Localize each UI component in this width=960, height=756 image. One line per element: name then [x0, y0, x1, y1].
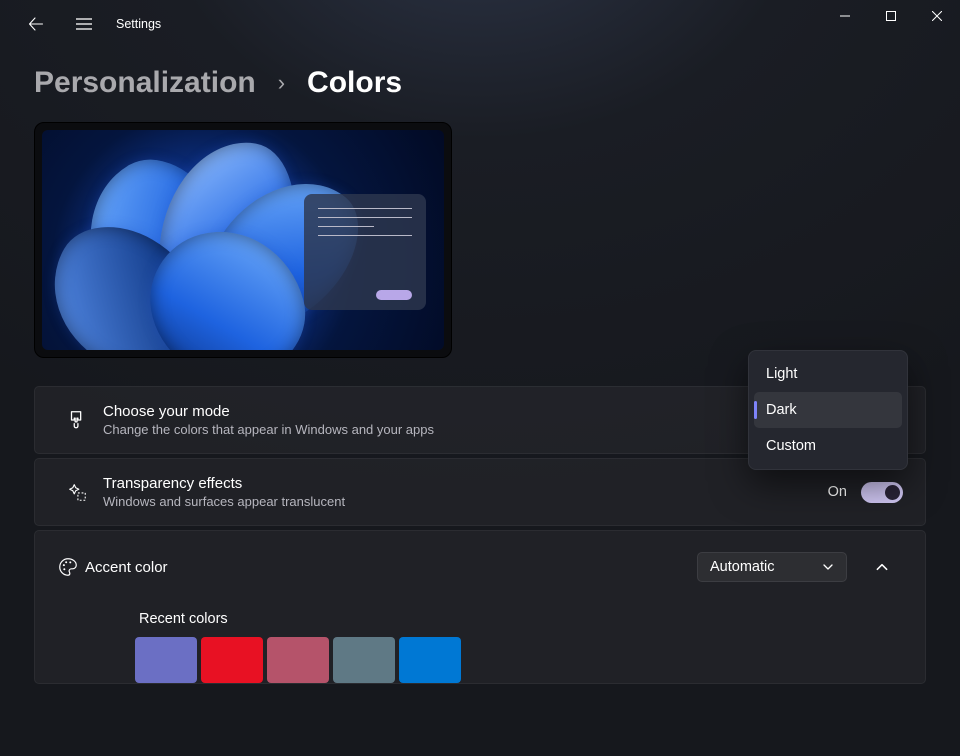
app-title: Settings	[116, 17, 161, 31]
mode-option-light[interactable]: Light	[754, 356, 902, 392]
nav-menu-button[interactable]	[64, 4, 104, 44]
recent-colors-row	[135, 637, 925, 683]
preview-mini-window	[304, 194, 426, 310]
close-button[interactable]	[914, 0, 960, 32]
recent-color-swatch[interactable]	[399, 637, 461, 683]
desktop-preview	[34, 122, 452, 358]
recent-color-swatch[interactable]	[267, 637, 329, 683]
brush-icon	[66, 409, 88, 431]
accent-color-header: Accent color Automatic	[35, 531, 925, 603]
chevron-right-icon: ›	[278, 70, 285, 96]
transparency-toggle[interactable]	[861, 482, 903, 503]
back-arrow-icon	[28, 16, 44, 32]
accent-color-body: Recent colors	[35, 611, 925, 683]
palette-icon	[57, 556, 79, 578]
transparency-subtitle: Windows and surfaces appear translucent	[103, 494, 828, 509]
breadcrumb: Personalization › Colors	[0, 48, 960, 100]
wallpaper-preview	[42, 130, 444, 350]
accent-color-title: Accent color	[85, 559, 697, 576]
recent-color-swatch[interactable]	[201, 637, 263, 683]
transparency-title: Transparency effects	[103, 475, 828, 492]
transparency-toggle-label: On	[828, 484, 847, 500]
minimize-icon	[840, 11, 850, 21]
window-controls	[822, 0, 960, 32]
maximize-icon	[886, 11, 896, 21]
accent-color-section: Accent color Automatic Recent colors	[34, 530, 926, 684]
mode-dropdown: Light Dark Custom	[748, 350, 908, 470]
titlebar: Settings	[0, 0, 960, 48]
mode-option-dark[interactable]: Dark	[754, 392, 902, 428]
mode-option-custom[interactable]: Custom	[754, 428, 902, 464]
accent-combo-value: Automatic	[710, 559, 774, 575]
recent-color-swatch[interactable]	[135, 637, 197, 683]
recent-colors-label: Recent colors	[139, 611, 925, 627]
back-button[interactable]	[16, 4, 56, 44]
maximize-button[interactable]	[868, 0, 914, 32]
sparkle-icon	[66, 481, 88, 503]
chevron-down-icon	[822, 561, 834, 573]
accent-expander-button[interactable]	[861, 549, 903, 585]
minimize-button[interactable]	[822, 0, 868, 32]
accent-color-combobox[interactable]: Automatic	[697, 552, 847, 582]
close-icon	[932, 11, 942, 21]
toggle-knob	[885, 485, 900, 500]
breadcrumb-parent[interactable]: Personalization	[34, 66, 256, 100]
breadcrumb-current: Colors	[307, 66, 402, 100]
hamburger-icon	[76, 17, 92, 31]
chevron-up-icon	[875, 560, 889, 574]
recent-color-swatch[interactable]	[333, 637, 395, 683]
